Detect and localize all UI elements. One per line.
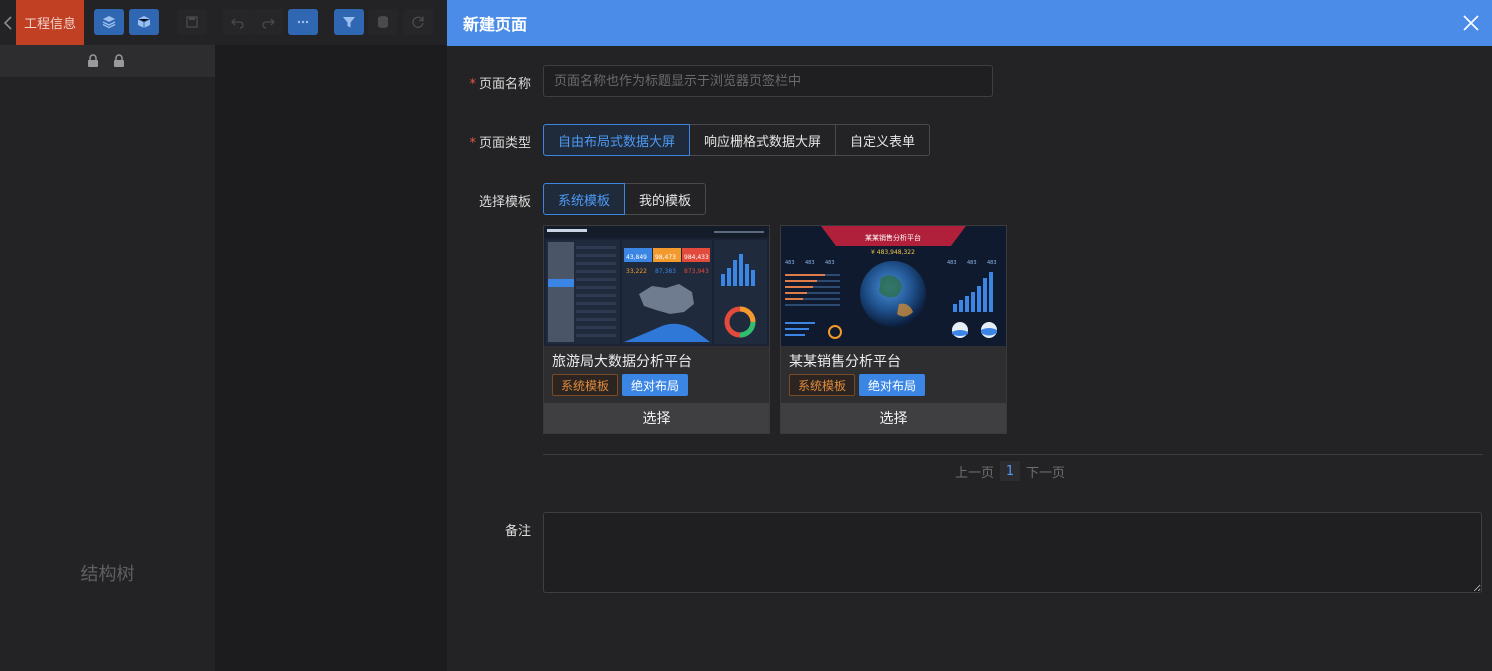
page-number[interactable]: 1 xyxy=(1000,461,1021,481)
more-icon xyxy=(297,20,309,24)
filter-icon xyxy=(343,17,355,28)
cube-icon xyxy=(137,16,151,28)
pagination: 上一页 1 下一页 xyxy=(955,461,1065,481)
kpi-value: 87,383 xyxy=(655,268,676,275)
close-icon[interactable] xyxy=(1460,12,1482,34)
template-thumbnail: 某某销售分析平台 ¥ 483,948,322 483 483 483 483 4… xyxy=(781,226,1006,346)
page-type-label: * 页面类型 xyxy=(469,136,531,151)
kpi-value: 483 xyxy=(805,260,815,266)
page-name-label: * 页面名称 xyxy=(469,77,531,92)
refresh-button[interactable] xyxy=(403,9,433,35)
kpi-value: 483 xyxy=(825,260,835,266)
save-icon xyxy=(186,16,198,28)
database-icon xyxy=(378,16,388,28)
drawer-title: 新建页面 xyxy=(463,15,528,34)
page-name-input[interactable] xyxy=(543,65,993,97)
chevron-left-icon xyxy=(4,15,12,30)
drawer-header: 新建页面 xyxy=(447,0,1492,46)
lock-icon[interactable] xyxy=(112,54,126,68)
template-source-selector: 系统模板 我的模板 xyxy=(543,183,707,215)
thumb-total: ¥ 483,948,322 xyxy=(871,249,915,256)
select-template-button[interactable]: 选择 xyxy=(544,403,769,433)
tag-system-template: 系统模板 xyxy=(789,374,856,396)
component-button[interactable] xyxy=(129,9,159,35)
undo-button[interactable] xyxy=(223,9,253,35)
undo-icon xyxy=(231,18,244,29)
back-button[interactable] xyxy=(0,0,16,45)
template-card-sales[interactable]: 某某销售分析平台 ¥ 483,948,322 483 483 483 483 4… xyxy=(780,225,1007,434)
save-button[interactable] xyxy=(177,9,207,35)
refresh-icon xyxy=(412,16,424,28)
tag-system-template: 系统模板 xyxy=(552,374,619,396)
next-page-button[interactable]: 下一页 xyxy=(1026,462,1065,481)
required-mark: * xyxy=(469,136,476,151)
prev-page-button[interactable]: 上一页 xyxy=(955,462,994,481)
redo-icon xyxy=(262,18,275,29)
select-template-button[interactable]: 选择 xyxy=(781,403,1006,433)
layers-icon xyxy=(102,16,116,29)
database-button[interactable] xyxy=(368,9,398,35)
remark-label: 备注 xyxy=(504,524,531,539)
template-title: 旅游局大数据分析平台 xyxy=(552,354,692,370)
lock-icon[interactable] xyxy=(86,54,100,68)
page-type-selector: 自由布局式数据大屏 响应栅格式数据大屏 自定义表单 xyxy=(543,124,931,156)
kpi-value: 483 xyxy=(967,260,977,266)
required-mark: * xyxy=(469,77,476,92)
page-type-custom-form[interactable]: 自定义表单 xyxy=(835,124,931,156)
more-button[interactable] xyxy=(288,9,318,35)
template-title: 某某销售分析平台 xyxy=(789,354,901,370)
template-source-mine[interactable]: 我的模板 xyxy=(624,183,707,215)
kpi-value: 483 xyxy=(987,260,997,266)
layers-button[interactable] xyxy=(94,9,124,35)
template-label: 选择模板 xyxy=(478,195,531,210)
thumb-title: 某某销售分析平台 xyxy=(865,233,921,242)
divider xyxy=(543,454,1483,455)
template-thumbnail: 43,849 98,473 984,433 33,222 87,383 873,… xyxy=(544,226,769,346)
template-source-system[interactable]: 系统模板 xyxy=(543,183,626,215)
tag-absolute-layout: 绝对布局 xyxy=(859,374,926,396)
kpi-value: 98,473 xyxy=(655,254,676,261)
structure-header xyxy=(0,45,215,77)
template-card-tourism[interactable]: 43,849 98,473 984,433 33,222 87,383 873,… xyxy=(543,225,770,434)
kpi-value: 43,849 xyxy=(626,254,647,261)
toolbar: 工程信息 xyxy=(0,0,447,45)
kpi-value: 873,943 xyxy=(684,268,709,275)
kpi-value: 984,433 xyxy=(684,254,709,261)
page-type-free-layout[interactable]: 自由布局式数据大屏 xyxy=(543,124,691,156)
page-type-responsive-grid[interactable]: 响应栅格式数据大屏 xyxy=(689,124,837,156)
new-page-drawer: 新建页面 *页面名称 *页面类型 自由布局式数据大屏 响应栅格式数据大屏 自定义… xyxy=(447,0,1492,671)
app-root: 工程信息 结构树 新建页面 * 页面名称 页面名称也作为标题显示于浏览器页签栏中… xyxy=(0,0,1492,671)
remark-textarea[interactable] xyxy=(543,512,1482,593)
structure-tree-placeholder: 结构树 xyxy=(80,564,135,585)
editor-background: 工程信息 结构树 xyxy=(0,0,447,671)
project-info-tab[interactable]: 工程信息 xyxy=(16,0,84,45)
kpi-value: 33,222 xyxy=(626,268,647,275)
kpi-value: 483 xyxy=(785,260,795,266)
redo-button[interactable] xyxy=(253,9,283,35)
tag-absolute-layout: 绝对布局 xyxy=(622,374,689,396)
filter-button[interactable] xyxy=(334,9,364,35)
kpi-value: 483 xyxy=(947,260,957,266)
